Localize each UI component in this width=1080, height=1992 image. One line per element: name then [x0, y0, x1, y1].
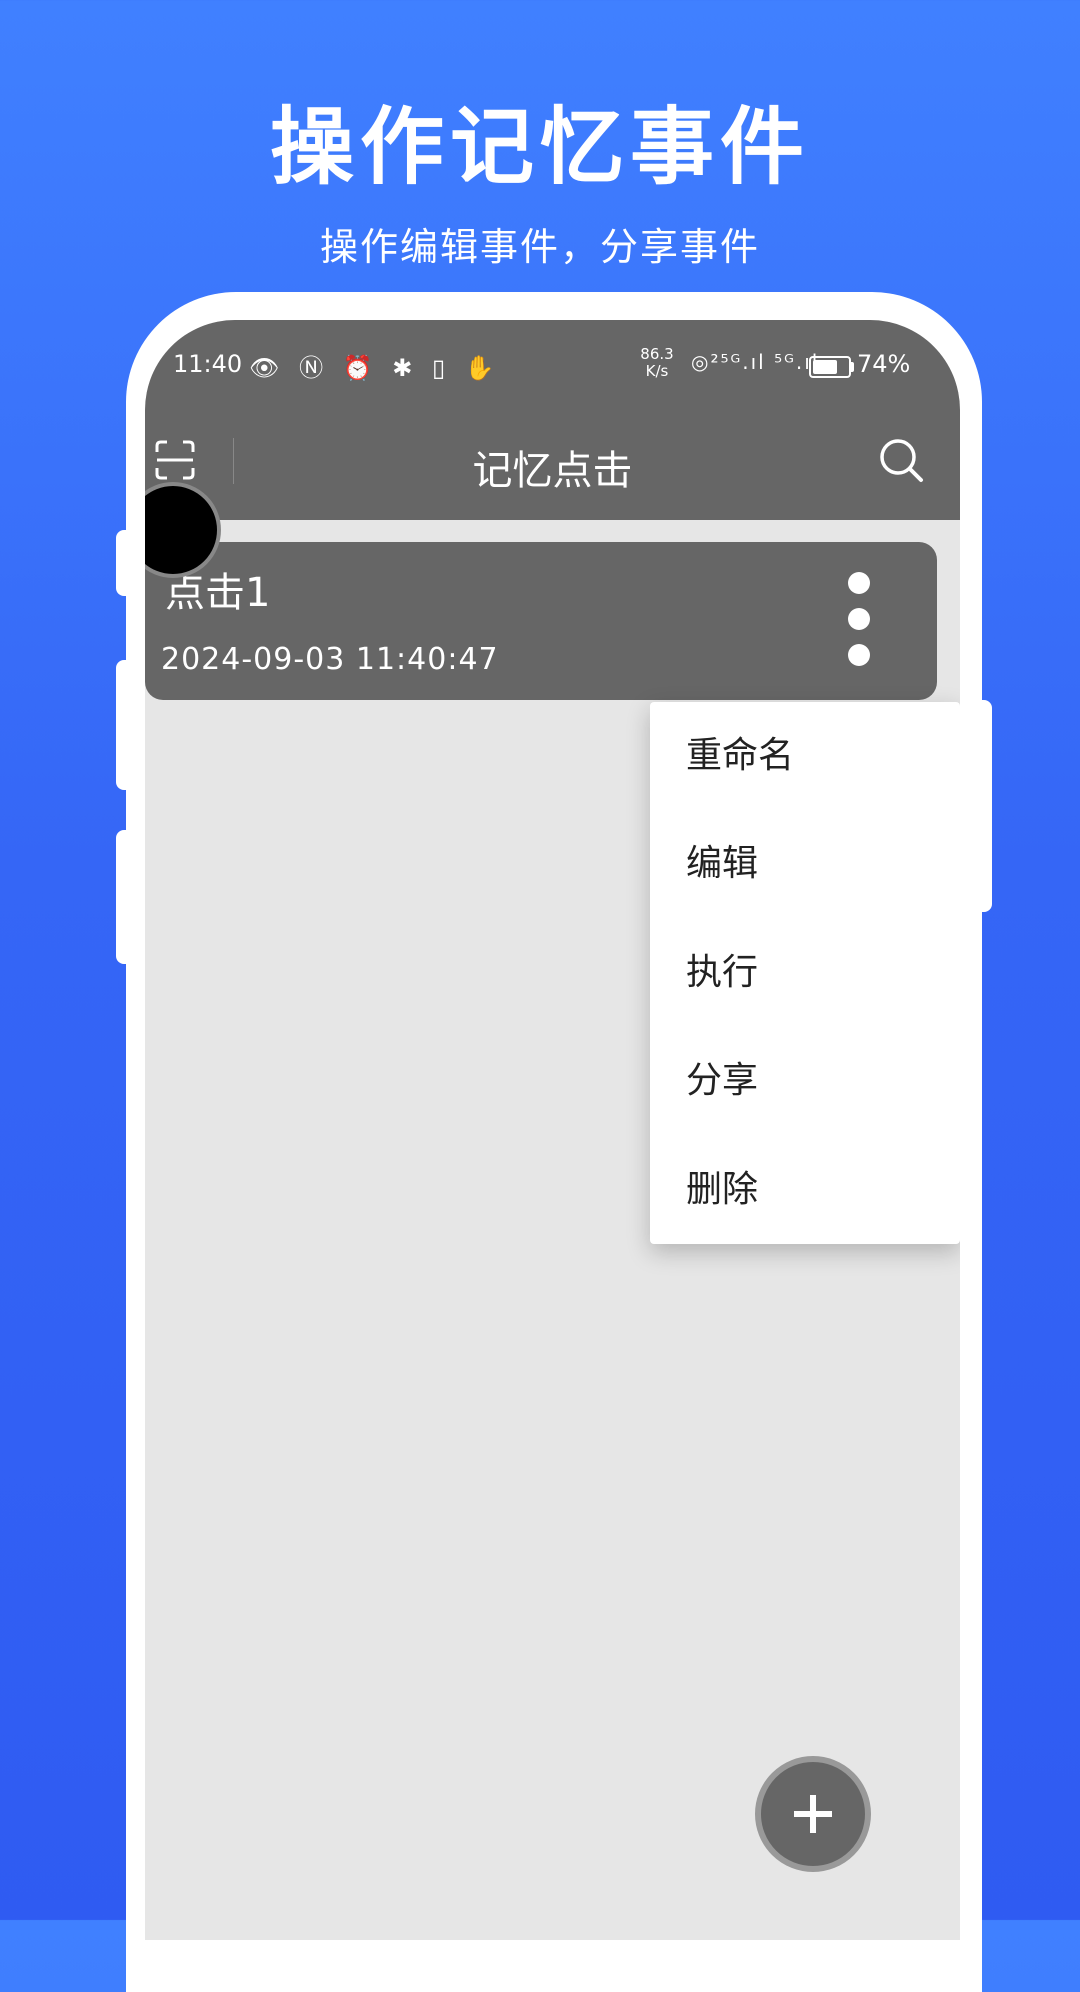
promo-title: 操作记忆事件 — [269, 98, 810, 196]
menu-item-rename[interactable]: 重命名 — [650, 702, 960, 810]
app-header: 11:40 👁 Ⓝ ⏰ ✱ ▯ ✋ 86.3 K/s ◎²⁵ᴳ.ıl ⁵ᴳ.ıl… — [145, 320, 960, 520]
phone-side-button — [116, 530, 134, 596]
plus-icon — [810, 1795, 816, 1833]
battery-tip — [850, 362, 854, 372]
phone-side-button — [116, 660, 134, 790]
battery-fill — [813, 360, 838, 374]
menu-item-execute[interactable]: 执行 — [650, 919, 960, 1027]
more-dot — [848, 644, 870, 666]
signal-icons: ◎²⁵ᴳ.ıl ⁵ᴳ.ıl — [691, 350, 820, 374]
more-options-icon[interactable] — [845, 572, 873, 666]
search-icon[interactable] — [877, 436, 925, 484]
more-dot — [848, 608, 870, 630]
status-time: 11:40 — [173, 350, 243, 378]
promo-subtitle: 操作编辑事件，分享事件 — [319, 225, 760, 269]
popup-menu: 重命名 编辑 执行 分享 删除 — [650, 702, 960, 1244]
battery-percent: 74% — [857, 350, 911, 378]
toolbar-title: 记忆点击 — [472, 448, 633, 494]
menu-item-edit[interactable]: 编辑 — [650, 810, 960, 918]
more-dot — [848, 572, 870, 594]
menu-item-share[interactable]: 分享 — [650, 1027, 960, 1135]
phone-screen: 11:40 👁 Ⓝ ⏰ ✱ ▯ ✋ 86.3 K/s ◎²⁵ᴳ.ıl ⁵ᴳ.ıl… — [145, 320, 960, 1940]
phone-side-button — [976, 700, 992, 912]
network-speed-unit: K/s — [645, 362, 669, 380]
network-speed-value: 86.3 — [640, 345, 674, 363]
battery-icon — [809, 356, 851, 378]
phone-side-button — [116, 830, 134, 964]
network-speed: 86.3 K/s — [629, 346, 685, 380]
toolbar: 记忆点击 — [145, 400, 960, 520]
menu-item-delete[interactable]: 删除 — [650, 1136, 960, 1244]
event-card[interactable]: 点击1 2024-09-03 11:40:47 — [145, 542, 937, 700]
event-time: 2024-09-03 11:40:47 — [161, 642, 499, 677]
status-notification-icons: 👁 Ⓝ ⏰ ✱ ▯ ✋ — [249, 354, 501, 382]
add-event-button[interactable] — [755, 1756, 871, 1872]
